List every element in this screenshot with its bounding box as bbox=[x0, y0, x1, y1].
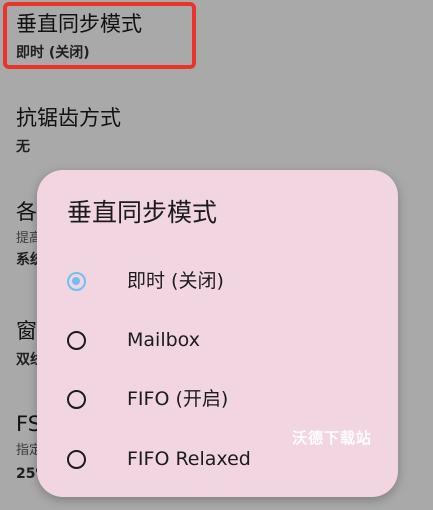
radio-selected-icon[interactable] bbox=[67, 271, 86, 291]
radio-unselected-icon[interactable] bbox=[67, 330, 86, 350]
option-fifo-relaxed[interactable]: FIFO Relaxed bbox=[67, 444, 367, 474]
highlight-annotation-box bbox=[3, 2, 196, 69]
option-label: Mailbox bbox=[127, 329, 200, 351]
vsync-mode-dialog: 垂直同步模式 即时 (关闭) Mailbox FIFO (开启) FIFO Re… bbox=[37, 170, 398, 497]
radio-unselected-icon[interactable] bbox=[67, 449, 86, 469]
setting-title: 抗锯齿方式 bbox=[16, 106, 121, 130]
dialog-title: 垂直同步模式 bbox=[67, 198, 218, 227]
option-mailbox[interactable]: Mailbox bbox=[67, 325, 367, 355]
option-fifo[interactable]: FIFO (开启) bbox=[67, 384, 367, 414]
watermark-text: 沃德下载站 bbox=[292, 429, 373, 447]
option-label: 即时 (关闭) bbox=[127, 270, 224, 292]
option-immediate[interactable]: 即时 (关闭) bbox=[67, 266, 367, 296]
radio-unselected-icon[interactable] bbox=[67, 389, 86, 409]
option-label: FIFO Relaxed bbox=[127, 448, 251, 470]
option-label: FIFO (开启) bbox=[127, 388, 229, 410]
setting-value: 无 bbox=[16, 139, 30, 155]
setting-antialiasing[interactable]: 抗锯齿方式 无 bbox=[16, 105, 433, 156]
